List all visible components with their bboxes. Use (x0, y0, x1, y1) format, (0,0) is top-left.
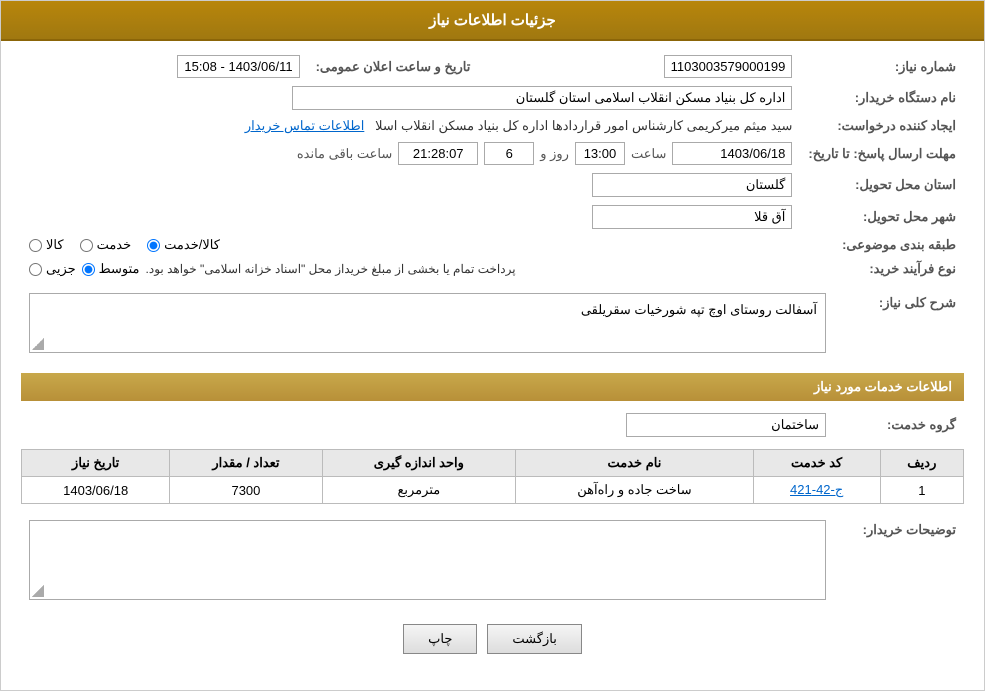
table-row: شماره نیاز: 1103003579000199 تاریخ و ساع… (21, 51, 964, 82)
button-group: بازگشت چاپ (21, 624, 964, 654)
table-row: گروه خدمت: ساختمان (21, 409, 964, 441)
category-goods-radio[interactable] (29, 239, 42, 252)
category-goods-service-radio[interactable] (147, 239, 160, 252)
deadline-label: مهلت ارسال پاسخ: تا تاریخ: (800, 138, 964, 169)
buyer-org-value: اداره کل بنیاد مسکن انقلاب اسلامی استان … (292, 86, 792, 110)
table-row: مهلت ارسال پاسخ: تا تاریخ: 1403/06/18 سا… (21, 138, 964, 169)
deadline-date: 1403/06/18 (672, 142, 792, 165)
services-table: ردیف کد خدمت نام خدمت واحد اندازه گیری ت… (21, 449, 964, 504)
table-row: توضیحات خریدار: (21, 516, 964, 608)
purchase-medium-radio[interactable] (82, 263, 95, 276)
table-row: شهر محل تحویل: آق قلا (21, 201, 964, 233)
province-value: گلستان (592, 173, 792, 197)
category-label: طبقه بندی موضوعی: (800, 233, 964, 257)
need-number-value: 1103003579000199 (664, 55, 793, 78)
table-row: طبقه بندی موضوعی: کالا خدمت (21, 233, 964, 257)
table-row: 1ج-42-421ساخت جاده و راه‌آهنمترمربع73001… (22, 477, 964, 504)
content-area: شماره نیاز: 1103003579000199 تاریخ و ساع… (1, 41, 984, 664)
table-row: شرح کلی نیاز: آسفالت روستای اوچ تپه شورخ… (21, 289, 964, 361)
page-wrapper: جزئیات اطلاعات نیاز شماره نیاز: 11030035… (0, 0, 985, 691)
buyer-desc-label: توضیحات خریدار: (834, 516, 964, 608)
category-goods-label: کالا (46, 237, 64, 253)
need-desc-label: شرح کلی نیاز: (834, 289, 964, 361)
city-label: شهر محل تحویل: (800, 201, 964, 233)
category-radio-group: کالا خدمت کالا/خدمت (29, 237, 792, 253)
col-date: تاریخ نیاز (22, 450, 170, 477)
page-header: جزئیات اطلاعات نیاز (1, 1, 984, 41)
service-group-value: ساختمان (626, 413, 826, 437)
table-row: ایجاد کننده درخواست: سید میثم میرکریمی ک… (21, 114, 964, 138)
col-quantity: تعداد / مقدار (170, 450, 322, 477)
creator-contact-link[interactable]: اطلاعات تماس خریدار (245, 118, 364, 133)
need-desc-table: شرح کلی نیاز: آسفالت روستای اوچ تپه شورخ… (21, 289, 964, 361)
purchase-medium-option[interactable]: متوسط (82, 261, 140, 277)
purchase-partial-option[interactable]: جزیی (29, 261, 76, 277)
back-button[interactable]: بازگشت (487, 624, 581, 654)
deadline-time: 13:00 (575, 142, 625, 165)
announce-value: 1403/06/11 - 15:08 (177, 55, 299, 78)
table-header-row: ردیف کد خدمت نام خدمت واحد اندازه گیری ت… (22, 450, 964, 477)
buyer-desc-box (29, 520, 826, 600)
announce-label: تاریخ و ساعت اعلان عمومی: (308, 51, 501, 82)
category-service-radio[interactable] (80, 239, 93, 252)
purchase-partial-radio[interactable] (29, 263, 42, 276)
table-row: نوع فرآیند خرید: جزیی متوسط پرداخت ت (21, 257, 964, 281)
category-goods-service-option[interactable]: کالا/خدمت (147, 237, 220, 253)
page-title: جزئیات اطلاعات نیاز (429, 12, 556, 29)
need-number-label: شماره نیاز: (800, 51, 964, 82)
services-section-title: اطلاعات خدمات مورد نیاز (21, 373, 964, 401)
need-desc-value: آسفالت روستای اوچ تپه شورخیات سقریلقی (581, 302, 817, 317)
category-service-option[interactable]: خدمت (80, 237, 132, 253)
deadline-remaining-time: 21:28:07 (398, 142, 478, 165)
table-row: نام دستگاه خریدار: اداره کل بنیاد مسکن ا… (21, 82, 964, 114)
print-button[interactable]: چاپ (403, 624, 477, 654)
purchase-partial-label: جزیی (46, 261, 76, 277)
buyer-desc-table: توضیحات خریدار: (21, 516, 964, 608)
col-row-num: ردیف (880, 450, 963, 477)
purchase-type-label: نوع فرآیند خرید: (800, 257, 964, 281)
service-group-label: گروه خدمت: (834, 409, 964, 441)
main-info-table: شماره نیاز: 1103003579000199 تاریخ و ساع… (21, 51, 964, 281)
category-service-label: خدمت (97, 237, 132, 253)
deadline-days: 6 (484, 142, 534, 165)
city-value: آق قلا (592, 205, 792, 229)
table-row: استان محل تحویل: گلستان (21, 169, 964, 201)
col-service-code: کد خدمت (753, 450, 880, 477)
resize-handle-buyer (32, 585, 44, 597)
province-label: استان محل تحویل: (800, 169, 964, 201)
need-desc-box: آسفالت روستای اوچ تپه شورخیات سقریلقی (29, 293, 826, 353)
col-unit: واحد اندازه گیری (322, 450, 516, 477)
creator-label: ایجاد کننده درخواست: (800, 114, 964, 138)
category-goods-service-label: کالا/خدمت (164, 237, 220, 253)
purchase-medium-label: متوسط (99, 261, 140, 277)
purchase-note: پرداخت تمام یا بخشی از مبلغ خریداز محل "… (146, 262, 516, 276)
col-service-name: نام خدمت (516, 450, 754, 477)
category-goods-option[interactable]: کالا (29, 237, 64, 253)
service-group-table: گروه خدمت: ساختمان (21, 409, 964, 441)
buyer-org-label: نام دستگاه خریدار: (800, 82, 964, 114)
resize-handle (32, 338, 44, 350)
deadline-remaining-label: ساعت باقی مانده (297, 146, 392, 162)
creator-name: سید میثم میرکریمی کارشناس امور قراردادها… (375, 118, 792, 133)
